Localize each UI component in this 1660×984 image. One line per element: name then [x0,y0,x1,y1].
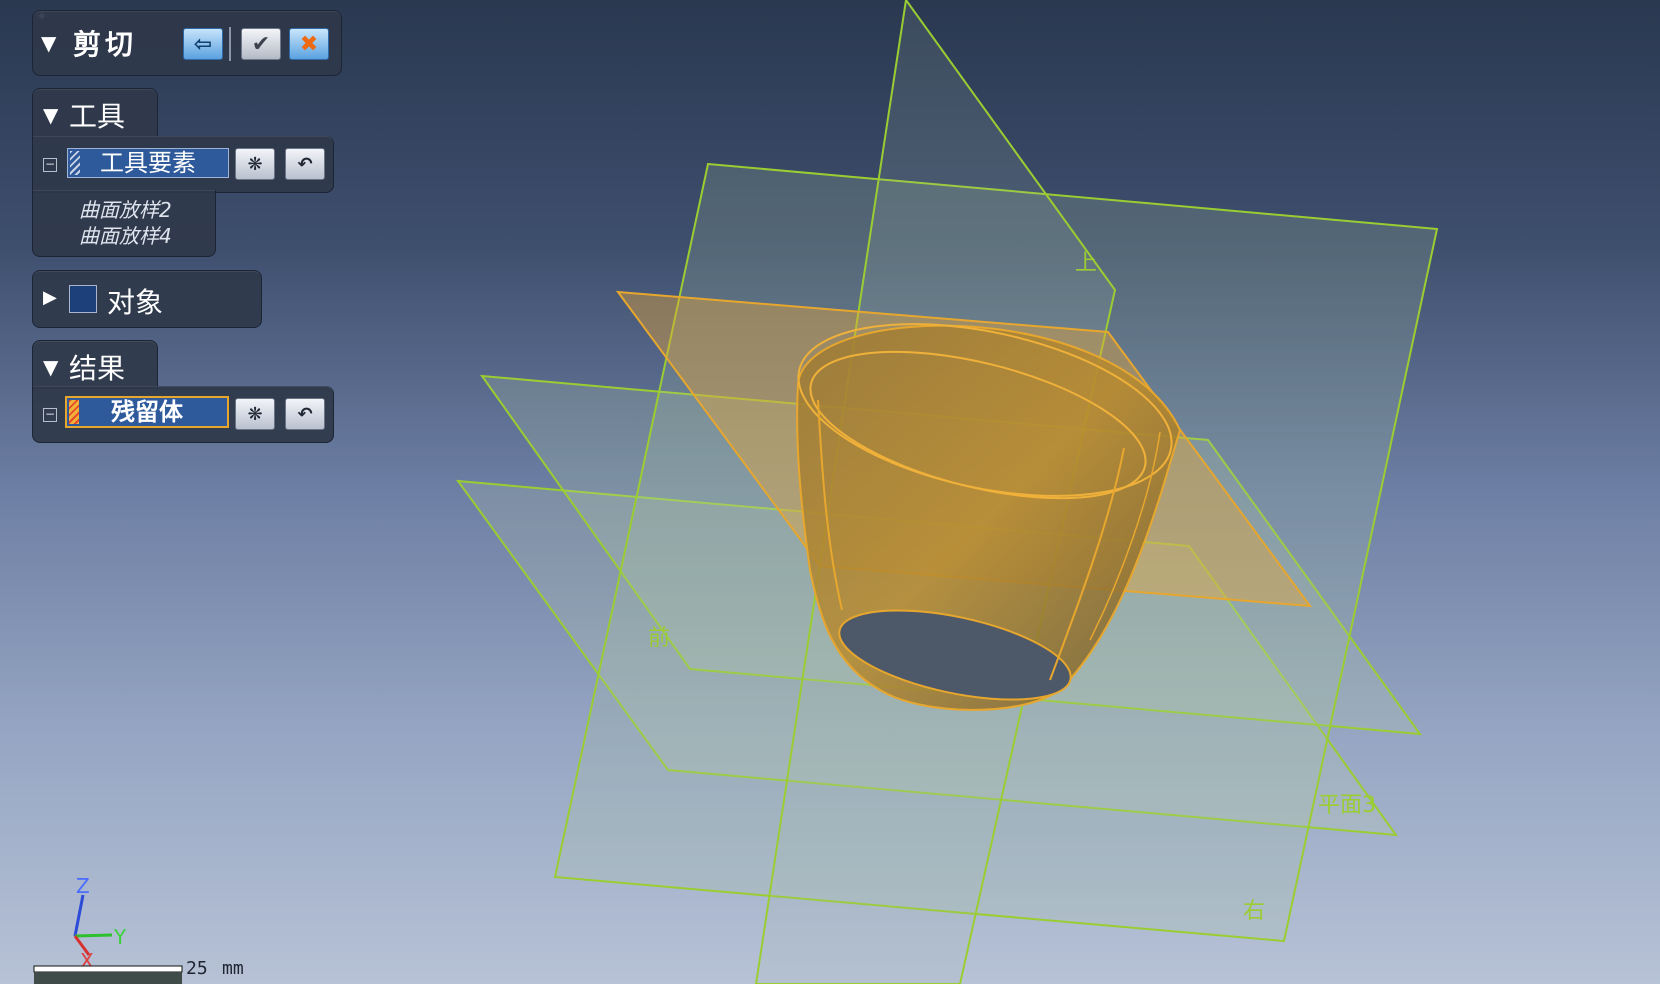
tools-select-button[interactable]: ❋ [235,148,275,180]
undo-icon: ↶ [297,403,313,425]
tools-header[interactable]: ▼ 工具 [32,88,158,137]
command-title: 剪切 [73,28,138,61]
cancel-button[interactable]: ✖ [289,28,329,60]
objects-checkbox[interactable] [69,285,97,313]
objects-section[interactable]: ▶ 对象 [32,270,262,328]
plane-label-front: 前 [648,626,670,651]
arrow-back-icon: ⇦ [193,31,213,57]
tools-list-item-1[interactable]: 曲面放样2 [79,194,172,223]
command-panel: ▼ 剪切 ⇦ ✔ ✖ [32,10,342,76]
axis-z-label: Z [76,874,90,898]
objects-expand-icon[interactable]: ▶ [43,287,57,308]
undo-icon: ↶ [297,153,313,175]
tools-field-row: − 工具要素 ❋ ↶ [32,136,334,193]
tools-reset-button[interactable]: ↶ [285,148,325,180]
results-collapse-box[interactable]: − [43,408,57,422]
results-field-row: − 残留体 ❋ ↶ [32,386,334,443]
tools-list: 曲面放样2 曲面放样4 [32,190,216,257]
scale-value: 25 [186,958,208,979]
close-icon: ✖ [299,31,319,57]
axis-triad: Z Y X [73,874,127,973]
plane-label-plane3: 平面3 [1318,793,1376,818]
ok-button[interactable]: ✔ [241,28,281,60]
residual-body-field[interactable]: 残留体 [65,396,229,428]
tools-list-item-2[interactable]: 曲面放样4 [79,220,172,249]
scale-bar: 25 mm [33,958,244,984]
scale-unit: mm [222,958,244,979]
tools-collapse-box[interactable]: − [43,158,57,172]
tools-collapse-icon[interactable]: ▼ [43,103,58,127]
asterisk-icon: ❋ [247,403,263,425]
hatch-icon [69,400,79,424]
results-reset-button[interactable]: ↶ [285,398,325,430]
results-header[interactable]: ▼ 结果 [32,340,158,389]
plane-label-right: 右 [1243,899,1265,924]
tools-field-value: 工具要素 [100,149,196,177]
results-select-button[interactable]: ❋ [235,398,275,430]
checkmark-icon: ✔ [251,31,271,57]
objects-label: 对象 [107,286,164,319]
results-field-value: 残留体 [111,398,183,426]
plane-label-top: 上 [1075,251,1097,276]
collapse-triangle-icon[interactable]: ▼ [41,31,56,55]
results-label: 结果 [69,352,126,385]
tools-label: 工具 [69,100,126,133]
back-button[interactable]: ⇦ [183,28,223,60]
axis-y-label: Y [113,925,127,949]
hatch-icon [70,151,80,175]
results-collapse-icon[interactable]: ▼ [43,355,58,379]
tools-element-field[interactable]: 工具要素 [67,148,229,178]
asterisk-icon: ❋ [247,153,263,175]
toolbar-divider [229,27,231,61]
